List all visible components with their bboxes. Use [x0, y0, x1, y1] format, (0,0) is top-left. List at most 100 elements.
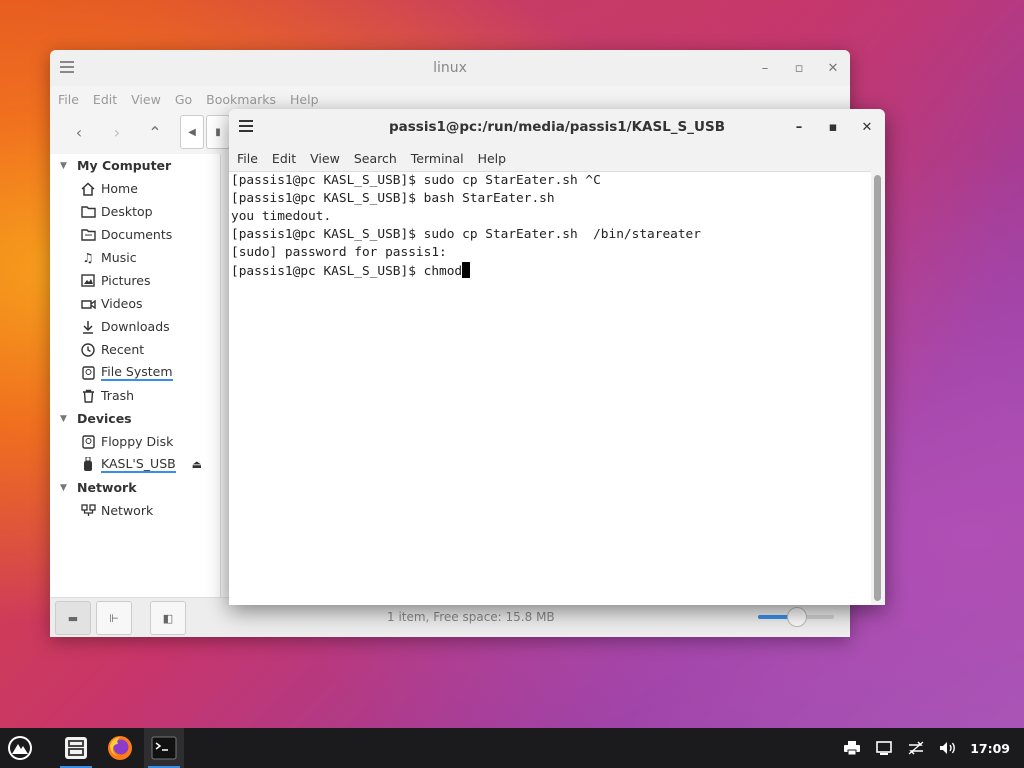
terminal-window[interactable]: passis1@pc:/run/media/passis1/KASL_S_USB…: [229, 109, 885, 605]
eject-icon[interactable]: ⏏: [192, 458, 202, 471]
sidebar-item-label: Downloads: [101, 319, 170, 334]
network-icon[interactable]: [900, 741, 932, 755]
clock[interactable]: 17:09: [970, 741, 1010, 756]
network-icon: [80, 503, 96, 519]
sidebar: ▼ My Computer Home Desktop Documents ♫ Mus…: [50, 154, 221, 597]
back-icon[interactable]: ‹: [60, 123, 98, 142]
printer-icon[interactable]: [836, 741, 868, 755]
toggle-sidebar-icon[interactable]: ◧: [150, 601, 186, 635]
sidebar-item-label: Recent: [101, 342, 145, 357]
tree-view-icon[interactable]: ⊩: [96, 601, 132, 635]
drive-icon: [80, 365, 96, 381]
menu-go[interactable]: Go: [175, 92, 192, 107]
sidebar-item-label: Documents: [101, 227, 173, 242]
music-icon: ♫: [82, 250, 94, 265]
pictures-icon: [80, 273, 96, 289]
expand-triangle-icon[interactable]: ▼: [60, 414, 77, 424]
terminal-line: [passis1@pc KASL_S_USB]$ bash StarEater.…: [231, 191, 555, 206]
menu-file[interactable]: File: [237, 151, 258, 166]
video-camera-icon: [80, 296, 96, 312]
menu-help[interactable]: Help: [290, 92, 319, 107]
terminal-current-input: [passis1@pc KASL_S_USB]$ chmod: [231, 264, 463, 279]
sidebar-item-pictures[interactable]: Pictures: [50, 269, 220, 292]
maximize-icon[interactable]: ▫: [782, 61, 816, 76]
text-cursor: [462, 262, 471, 278]
sidebar-item-label: Music: [101, 250, 137, 265]
sidebar-item-music[interactable]: ♫ Music: [50, 246, 220, 269]
folder-icon: [80, 204, 96, 220]
sidebar-item-label: Pictures: [101, 273, 151, 288]
up-icon[interactable]: ⌃: [136, 123, 174, 142]
firefox-icon[interactable]: [100, 728, 140, 768]
sidebar-item-label: Floppy Disk: [101, 434, 174, 449]
forward-icon[interactable]: ›: [98, 123, 136, 142]
file-manager-titlebar[interactable]: linux – ▫ ✕: [50, 50, 850, 86]
path-left-icon[interactable]: ◀: [180, 115, 204, 149]
sidebar-section-devices[interactable]: ▼ Devices: [50, 407, 220, 430]
sidebar-item-recent[interactable]: Recent: [50, 338, 220, 361]
sidebar-item-floppy-disk[interactable]: Floppy Disk: [50, 430, 220, 453]
sidebar-item-downloads[interactable]: Downloads: [50, 315, 220, 338]
file-manager-icon[interactable]: [56, 728, 96, 768]
zoom-slider-knob[interactable]: [787, 607, 807, 627]
minimize-icon[interactable]: –: [782, 120, 816, 135]
clock-icon: [80, 342, 96, 358]
menu-help[interactable]: Help: [478, 151, 507, 166]
terminal-output[interactable]: [passis1@pc KASL_S_USB]$ sudo cp StarEat…: [229, 171, 871, 605]
documents-icon: [80, 227, 96, 243]
sidebar-item-desktop[interactable]: Desktop: [50, 200, 220, 223]
sidebar-item-label: KASL'S_USB: [101, 455, 176, 473]
hamburger-menu-icon[interactable]: [60, 60, 76, 74]
sidebar-section-network[interactable]: ▼ Network: [50, 476, 220, 499]
menu-file[interactable]: File: [58, 92, 79, 107]
volume-icon[interactable]: [932, 741, 964, 755]
sidebar-item-home[interactable]: Home: [50, 177, 220, 200]
sidebar-item-label: Home: [101, 181, 138, 196]
sidebar-item-videos[interactable]: Videos: [50, 292, 220, 315]
status-text: 1 item, Free space: 15.8 MB: [387, 610, 555, 624]
menu-view[interactable]: View: [310, 151, 340, 166]
sidebar-item-file-system[interactable]: File System: [50, 361, 220, 384]
section-label: Network: [77, 480, 137, 495]
system-tray: 17:09: [836, 728, 1024, 768]
places-view-icon[interactable]: ▬: [55, 601, 91, 635]
taskbar: 17:09: [0, 728, 1024, 768]
terminal-prompt-line[interactable]: [passis1@pc KASL_S_USB]$ chmod: [229, 262, 871, 280]
menu-view[interactable]: View: [131, 92, 161, 107]
maximize-icon[interactable]: ▪: [816, 120, 850, 135]
sidebar-section-my-computer[interactable]: ▼ My Computer: [50, 154, 220, 177]
terminal-titlebar[interactable]: passis1@pc:/run/media/passis1/KASL_S_USB…: [229, 109, 885, 145]
sidebar-item-label: Videos: [101, 296, 143, 311]
minimize-icon[interactable]: –: [748, 61, 782, 76]
expand-triangle-icon[interactable]: ▼: [60, 161, 77, 171]
close-icon[interactable]: ✕: [850, 120, 884, 135]
zoom-slider[interactable]: [758, 607, 834, 627]
sidebar-item-label: File System: [101, 363, 173, 381]
menu-terminal[interactable]: Terminal: [411, 151, 464, 166]
menu-search[interactable]: Search: [354, 151, 397, 166]
menu-edit[interactable]: Edit: [93, 92, 117, 107]
sidebar-item-label: Network: [101, 503, 154, 518]
sidebar-item-trash[interactable]: Trash: [50, 384, 220, 407]
menu-bookmarks[interactable]: Bookmarks: [206, 92, 276, 107]
hamburger-menu-icon[interactable]: [239, 119, 255, 133]
download-icon: [80, 319, 96, 335]
sidebar-item-usb-drive[interactable]: KASL'S_USB ⏏: [50, 453, 220, 476]
close-icon[interactable]: ✕: [816, 61, 850, 76]
section-label: Devices: [77, 411, 132, 426]
terminal-menubar: File Edit View Search Terminal Help: [229, 145, 885, 171]
terminal-line: [passis1@pc KASL_S_USB]$ sudo cp StarEat…: [231, 227, 701, 242]
usb-drive-icon: [80, 457, 96, 473]
terminal-icon[interactable]: [144, 728, 184, 768]
menu-edit[interactable]: Edit: [272, 151, 296, 166]
display-icon[interactable]: [868, 741, 900, 755]
trash-icon: [80, 388, 96, 404]
sidebar-item-network[interactable]: Network: [50, 499, 220, 522]
menu-icon[interactable]: [0, 728, 40, 768]
vertical-scrollbar[interactable]: [871, 171, 885, 605]
scrollbar-thumb[interactable]: [874, 175, 881, 601]
expand-triangle-icon[interactable]: ▼: [60, 483, 77, 493]
sidebar-item-documents[interactable]: Documents: [50, 223, 220, 246]
floppy-icon: [80, 434, 96, 450]
usb-path-icon[interactable]: ▮: [206, 115, 230, 149]
